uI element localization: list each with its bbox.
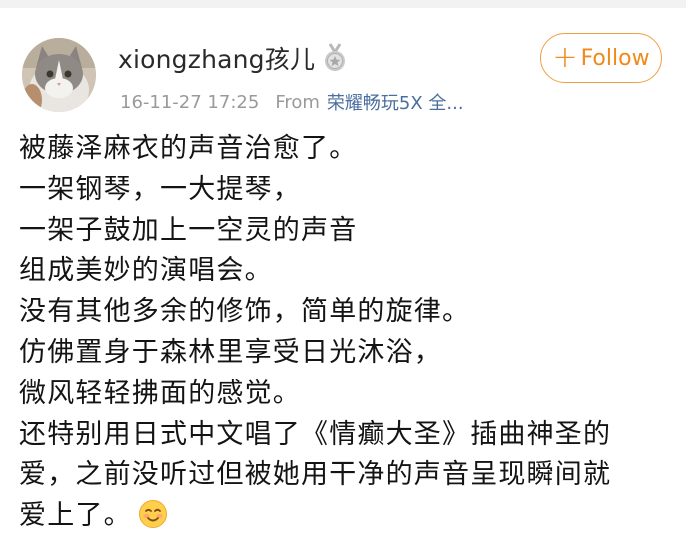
avatar[interactable] xyxy=(22,38,96,112)
post-timestamp: 16-11-27 17:25 xyxy=(120,91,260,113)
post-line: 一架钢琴，一大提琴， xyxy=(19,173,301,205)
post-line: 仿佛置身于森林里享受日光沐浴， xyxy=(19,336,442,368)
post-line: 爱，之前没听过但被她用干净的声音呈现瞬间就 xyxy=(19,459,612,491)
from-label: From xyxy=(275,91,320,113)
post-line: 被藤泽麻衣的声音治愈了。 xyxy=(19,133,358,164)
post-line: 一架子鼓加上一空灵的声音 xyxy=(19,214,358,246)
follow-label: Follow xyxy=(580,45,650,71)
plus-icon: + xyxy=(552,40,578,75)
post-text: 被藤泽麻衣的声音治愈了。 一架钢琴，一大提琴， 一架子鼓加上一空灵的声音 组成美… xyxy=(19,129,669,537)
post-line: 还特别用日式中文唱了《情癫大圣》插曲神圣的 xyxy=(19,418,612,450)
post-meta: 16-11-27 17:25 From 荣耀畅玩5X 全... xyxy=(120,88,464,116)
post-line: 没有其他多余的修饰，简单的旋律。 xyxy=(19,296,471,328)
author-row: xiongzhang孩儿 xyxy=(118,40,347,76)
username[interactable]: xiongzhang孩儿 xyxy=(118,40,315,76)
medal-icon[interactable] xyxy=(323,43,347,73)
cat-avatar-icon xyxy=(22,38,96,112)
device-link[interactable]: 荣耀畅玩5X 全... xyxy=(327,89,464,115)
top-divider xyxy=(0,0,686,8)
post-line-text: 爱上了。 xyxy=(19,500,132,532)
follow-button[interactable]: + Follow xyxy=(540,33,662,83)
smiling-face-emoji-icon xyxy=(138,499,168,529)
post-line: 组成美妙的演唱会。 xyxy=(19,255,273,287)
post-line-last: 爱上了。 xyxy=(19,496,669,537)
post-line: 微风轻轻拂面的感觉。 xyxy=(19,377,301,409)
